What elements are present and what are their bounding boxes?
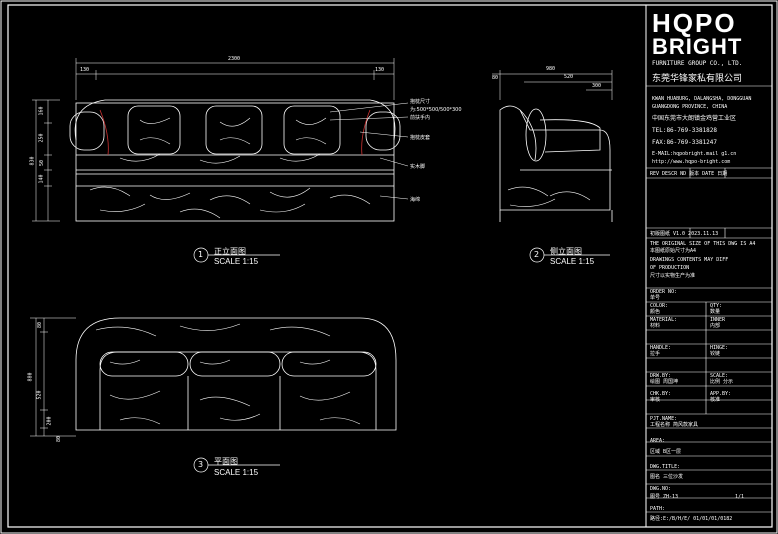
annotation-sponge: 海绵: [410, 197, 421, 203]
annotation-pillow-cover: 抱枕皮套: [410, 135, 431, 141]
front-right-dim: 130: [375, 67, 385, 73]
drawing-title-label: DWG.TITLE:: [650, 464, 681, 470]
side-view-scale: SCALE 1:15: [550, 257, 595, 266]
front-left-dim: 130: [80, 67, 90, 73]
front-total-width: 2300: [228, 56, 241, 62]
scale-cn: 比例 分示: [710, 379, 734, 385]
annotation-pillow-dims: 为:500*500/500*300: [410, 107, 462, 113]
side-elevation: [499, 105, 613, 222]
color-cn: 颜色: [650, 309, 661, 315]
qty-cn: 数量: [710, 309, 721, 315]
front-h2-dim: 250: [38, 133, 45, 143]
front-h1-dim: 160: [38, 106, 45, 116]
drawn-by-cn: 绘图 周国坤: [650, 379, 679, 385]
approved-by-cn: 核准: [710, 397, 721, 403]
revision-header: REV DESCR ND 版本 DATE 日期: [650, 171, 728, 177]
website-url: http://www.hqpo-bright.com: [652, 159, 731, 165]
plan-b-dim: 520: [36, 390, 43, 400]
logo-chinese-name: 东莞华锋家私有限公司: [652, 74, 743, 84]
order-no-cn: 单号: [650, 295, 661, 301]
notice-line: 本图纸原始尺寸为A4: [650, 248, 697, 254]
notice-line: 尺寸以实物生产为准: [650, 273, 696, 279]
fax-number: FAX:86-769-3381247: [652, 139, 718, 146]
plan-view-scale: SCALE 1:15: [214, 468, 259, 477]
notice-line: THE ORIGINAL SIZE OF THIS DWG IS A4: [650, 241, 756, 247]
logo-subtitle: FURNITURE GROUP CO., LTD.: [652, 60, 743, 67]
address-line: 中国东莞市大朗镇金鸡营工业区: [652, 115, 737, 122]
area-value: 区域 B区一层: [650, 449, 682, 455]
plan-e-dim: 80: [56, 435, 63, 443]
side-right-dim: 300: [592, 83, 602, 89]
path-value: 路径:E:/B/H/E/ 01/01/01/0182: [650, 516, 733, 522]
logo-wordmark-top: HQPO: [652, 8, 737, 38]
front-view-number: 1: [198, 250, 204, 259]
address-line: KWAN HUABURG, DALANGSHA, DONGGUAN: [652, 96, 752, 102]
address-line: GUANGDONG PROVINCE, CHINA: [652, 104, 728, 110]
project-name-value: 工程名称 简风款家具: [650, 422, 699, 428]
annotation-armrest: 前扶手内: [410, 115, 431, 121]
handle-cn: 拉手: [650, 351, 661, 357]
area-label: AREA:: [650, 438, 666, 444]
front-height-dim: 830: [29, 156, 36, 166]
plan-view: [75, 317, 397, 431]
checked-by-cn: 审核: [650, 397, 661, 403]
phone-number: TEL:86-769-3381828: [652, 127, 718, 134]
annotation-pillow-size: 抱枕尺寸: [410, 99, 431, 105]
side-small-dim: 80: [492, 75, 499, 81]
drawing-no-label: DWG.NO:: [650, 486, 672, 492]
drawing-title-value: 图名 三位沙发: [650, 474, 684, 480]
notice-line: DRAWINGS CONTENTS MAY DIFF: [650, 257, 729, 263]
plan-view-title: 平面图: [214, 457, 238, 466]
side-view-number: 2: [534, 250, 540, 259]
plan-dimensions: [30, 317, 76, 437]
side-mid-dim: 520: [564, 74, 574, 80]
drawing-no-value: 图号 ZH-13: [650, 494, 679, 500]
plan-depth-dim: 880: [27, 372, 34, 382]
front-view-title: 正立面图: [214, 247, 246, 256]
front-h3-dim: 50: [39, 159, 46, 167]
annotation-wood-leg: 实木脚: [410, 164, 426, 170]
front-h4-dim: 140: [38, 174, 45, 184]
path-label: PATH:: [650, 506, 666, 512]
plan-c-dim: 200: [46, 416, 53, 426]
inner-cn: 内部: [710, 323, 721, 329]
plan-view-number: 3: [198, 460, 204, 469]
revision-row: 初版图纸 V1.0 2023.11.13: [650, 231, 719, 237]
hinge-cn: 铰链: [710, 351, 721, 357]
email-address: E-MAIL:hqpobright.mail g1.cn: [652, 151, 737, 157]
side-view-title: 侧立面图: [550, 247, 582, 256]
notice-line: OF PRODUCTION: [650, 265, 690, 271]
sheet-count: 1/1: [735, 494, 745, 500]
material-cn: 材料: [650, 323, 661, 329]
plan-a-dim: 80: [37, 321, 44, 329]
logo-wordmark-bottom: BRIGHT: [652, 34, 743, 59]
front-elevation: [69, 99, 401, 222]
side-total-dim: 980: [546, 66, 556, 72]
front-view-scale: SCALE 1:15: [214, 257, 259, 266]
